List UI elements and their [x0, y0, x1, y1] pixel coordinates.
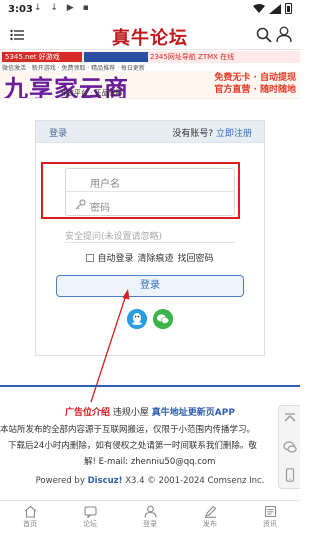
news-icon: [264, 505, 276, 518]
login-card-header: 登录 没有账号? 立即注册: [36, 121, 264, 143]
user-icon[interactable]: [276, 26, 292, 43]
wechat-login-icon[interactable]: [153, 309, 173, 329]
signal-icon: [269, 3, 281, 14]
register-link[interactable]: 立即注册: [216, 129, 252, 139]
violation-link[interactable]: 违规小屋: [113, 408, 149, 418]
login-options: 自动登录 清除痕迹 找回密码: [36, 251, 264, 264]
nav-label: 发布: [203, 520, 217, 528]
auto-login-label[interactable]: 自动登录: [97, 254, 133, 264]
footer-links: 广告位介绍 违规小屋 真牛地址更新页APP: [0, 405, 300, 418]
ad-strip-right[interactable]: 2345网址导航 ZTMX 在线: [150, 52, 298, 62]
ad-intro-link[interactable]: 广告位介绍: [65, 408, 110, 418]
nav-label: 首页: [23, 520, 37, 528]
login-title: 登录: [49, 129, 68, 139]
notice-line: 本站所发布的全部内容源于互联网搬运，仅限于小范围内传播学习。: [0, 425, 256, 435]
nav-forum[interactable]: 论坛: [60, 501, 120, 533]
new-url-link[interactable]: 真牛地址更新页APP: [152, 408, 235, 418]
qq-login-icon[interactable]: [127, 309, 147, 329]
footer-divider: [0, 385, 300, 387]
footer-notice: 本站所发布的全部内容源于互联网搬运，仅限于小范围内传播学习。 下载后24小时内删…: [0, 422, 300, 470]
ad-line[interactable]: 微信激活 · 新开游戏 · 免费领取 · 精品推荐 · 每日更新: [0, 63, 300, 71]
status-right: [253, 3, 292, 14]
ad-strip-left[interactable]: 5345.net 好游戏: [2, 52, 82, 62]
home-icon: [24, 505, 36, 518]
status-bar: 3:03 ↓ ↓ ▶ ▪: [0, 0, 300, 20]
notification-icons: ↓ ↓ ▶ ▪: [34, 3, 92, 13]
powered-suffix: X3.4 © 2001-2024 Comsenz Inc.: [125, 476, 265, 486]
notice-line: 解! E-mail: zhenniu50@qq.com: [84, 457, 216, 467]
discuz-link[interactable]: Discuz!: [88, 476, 123, 486]
login-user-icon: [143, 505, 157, 518]
ad-strip[interactable]: 5345.net 好游戏 2345网址导航 ZTMX 在线: [0, 51, 300, 63]
search-icon[interactable]: [256, 27, 272, 43]
register-prompt: 没有账号? 立即注册: [172, 126, 252, 139]
social-login: [127, 309, 175, 329]
nav-label: 资讯: [263, 520, 277, 528]
wifi-icon: [253, 3, 265, 13]
forum-icon: [83, 506, 97, 518]
nav-label: 登录: [143, 520, 157, 528]
nav-post[interactable]: 发布: [180, 501, 240, 533]
powered-prefix: Powered by: [35, 476, 85, 486]
ad-line-text: 微信激活 · 新开游戏 · 免费领取 · 精品推荐 · 每日更新: [2, 65, 145, 71]
key-icon: [75, 199, 86, 210]
site-header: 真牛论坛: [0, 20, 300, 50]
password-placeholder: 密码: [90, 203, 110, 214]
ad-banner[interactable]: 九享家云商 开放平台 · 正品保障 免费无卡 · 自动提现 官方直营 · 随时随…: [0, 71, 300, 99]
ad-banner-subtitle: 开放平台 · 正品保障: [60, 89, 123, 97]
wechat-share-icon[interactable]: [283, 440, 297, 454]
username-placeholder: 用户名: [90, 179, 120, 190]
nav-login[interactable]: 登录: [120, 501, 180, 533]
divider: [65, 242, 235, 243]
username-field[interactable]: 用户名: [66, 169, 234, 192]
status-time: 3:03: [8, 4, 33, 15]
clear-traces-link[interactable]: 清除痕迹: [137, 254, 173, 264]
nav-news[interactable]: 资讯: [240, 501, 300, 533]
side-tools: [278, 405, 300, 489]
mobile-icon[interactable]: [283, 468, 297, 482]
back-to-top-icon[interactable]: [283, 412, 297, 426]
recover-password-link[interactable]: 找回密码: [178, 254, 214, 264]
battery-icon: [285, 3, 292, 14]
notice-line: 下载后24小时内删除，如有侵权之处请第一时间联系我们删除。敬: [8, 441, 257, 451]
ad-banner-side: 免费无卡 · 自动提现 官方直营 · 随时随地: [168, 72, 296, 96]
footer-powered: Powered by Discuz! X3.4 © 2001-2024 Coms…: [0, 476, 300, 486]
security-question-select[interactable]: 安全提问(未设置请忽略): [65, 229, 235, 242]
ad-strip-mid[interactable]: [84, 52, 148, 62]
site-logo[interactable]: 真牛论坛: [0, 24, 300, 50]
ad-side-line: 免费无卡 · 自动提现: [214, 73, 296, 83]
login-card: 登录 没有账号? 立即注册 用户名 密码 安全提问(未设置请忽略) 自动登录 清除…: [35, 120, 265, 356]
login-button[interactable]: 登录: [56, 275, 244, 297]
ad-side-line: 官方直营 · 随时随地: [214, 85, 296, 95]
register-prefix: 没有账号?: [172, 129, 214, 139]
bottom-nav: 首页 论坛 登录 发布 资讯: [0, 500, 300, 533]
post-icon: [204, 505, 216, 518]
nav-label: 论坛: [83, 520, 97, 528]
auto-login-checkbox[interactable]: [86, 254, 95, 262]
nav-home[interactable]: 首页: [0, 501, 60, 533]
password-field[interactable]: 密码: [66, 193, 234, 216]
credentials-group: 用户名 密码: [65, 168, 235, 216]
